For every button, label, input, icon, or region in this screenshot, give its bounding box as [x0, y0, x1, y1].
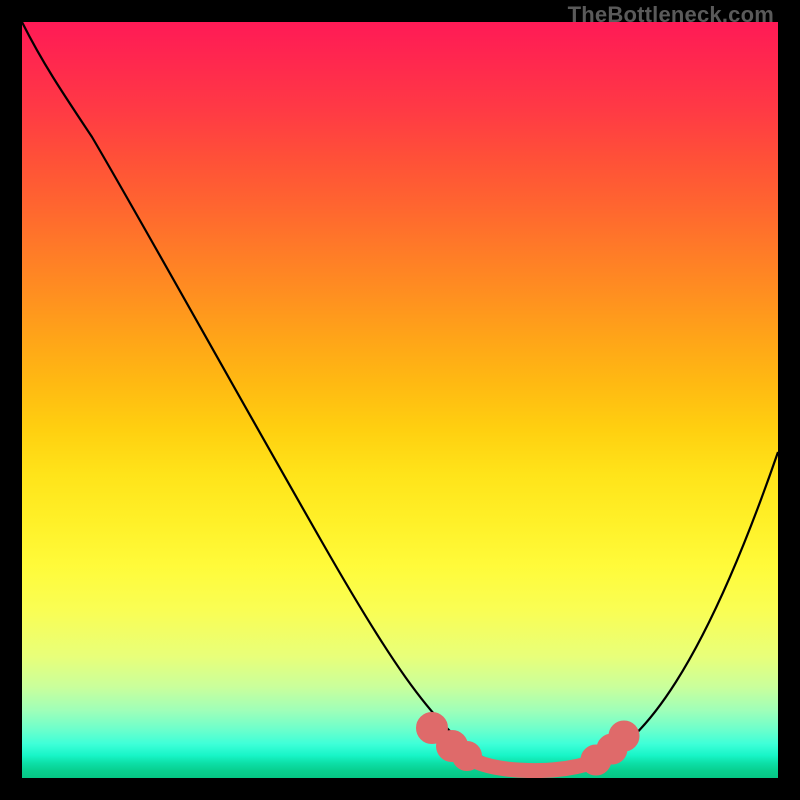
chart-frame: TheBottleneck.com	[0, 0, 800, 800]
watermark-text: TheBottleneck.com	[568, 2, 774, 28]
plot-area	[22, 22, 778, 778]
curve-layer	[22, 22, 778, 778]
optimal-range	[424, 720, 633, 771]
bottleneck-curve	[22, 22, 778, 770]
